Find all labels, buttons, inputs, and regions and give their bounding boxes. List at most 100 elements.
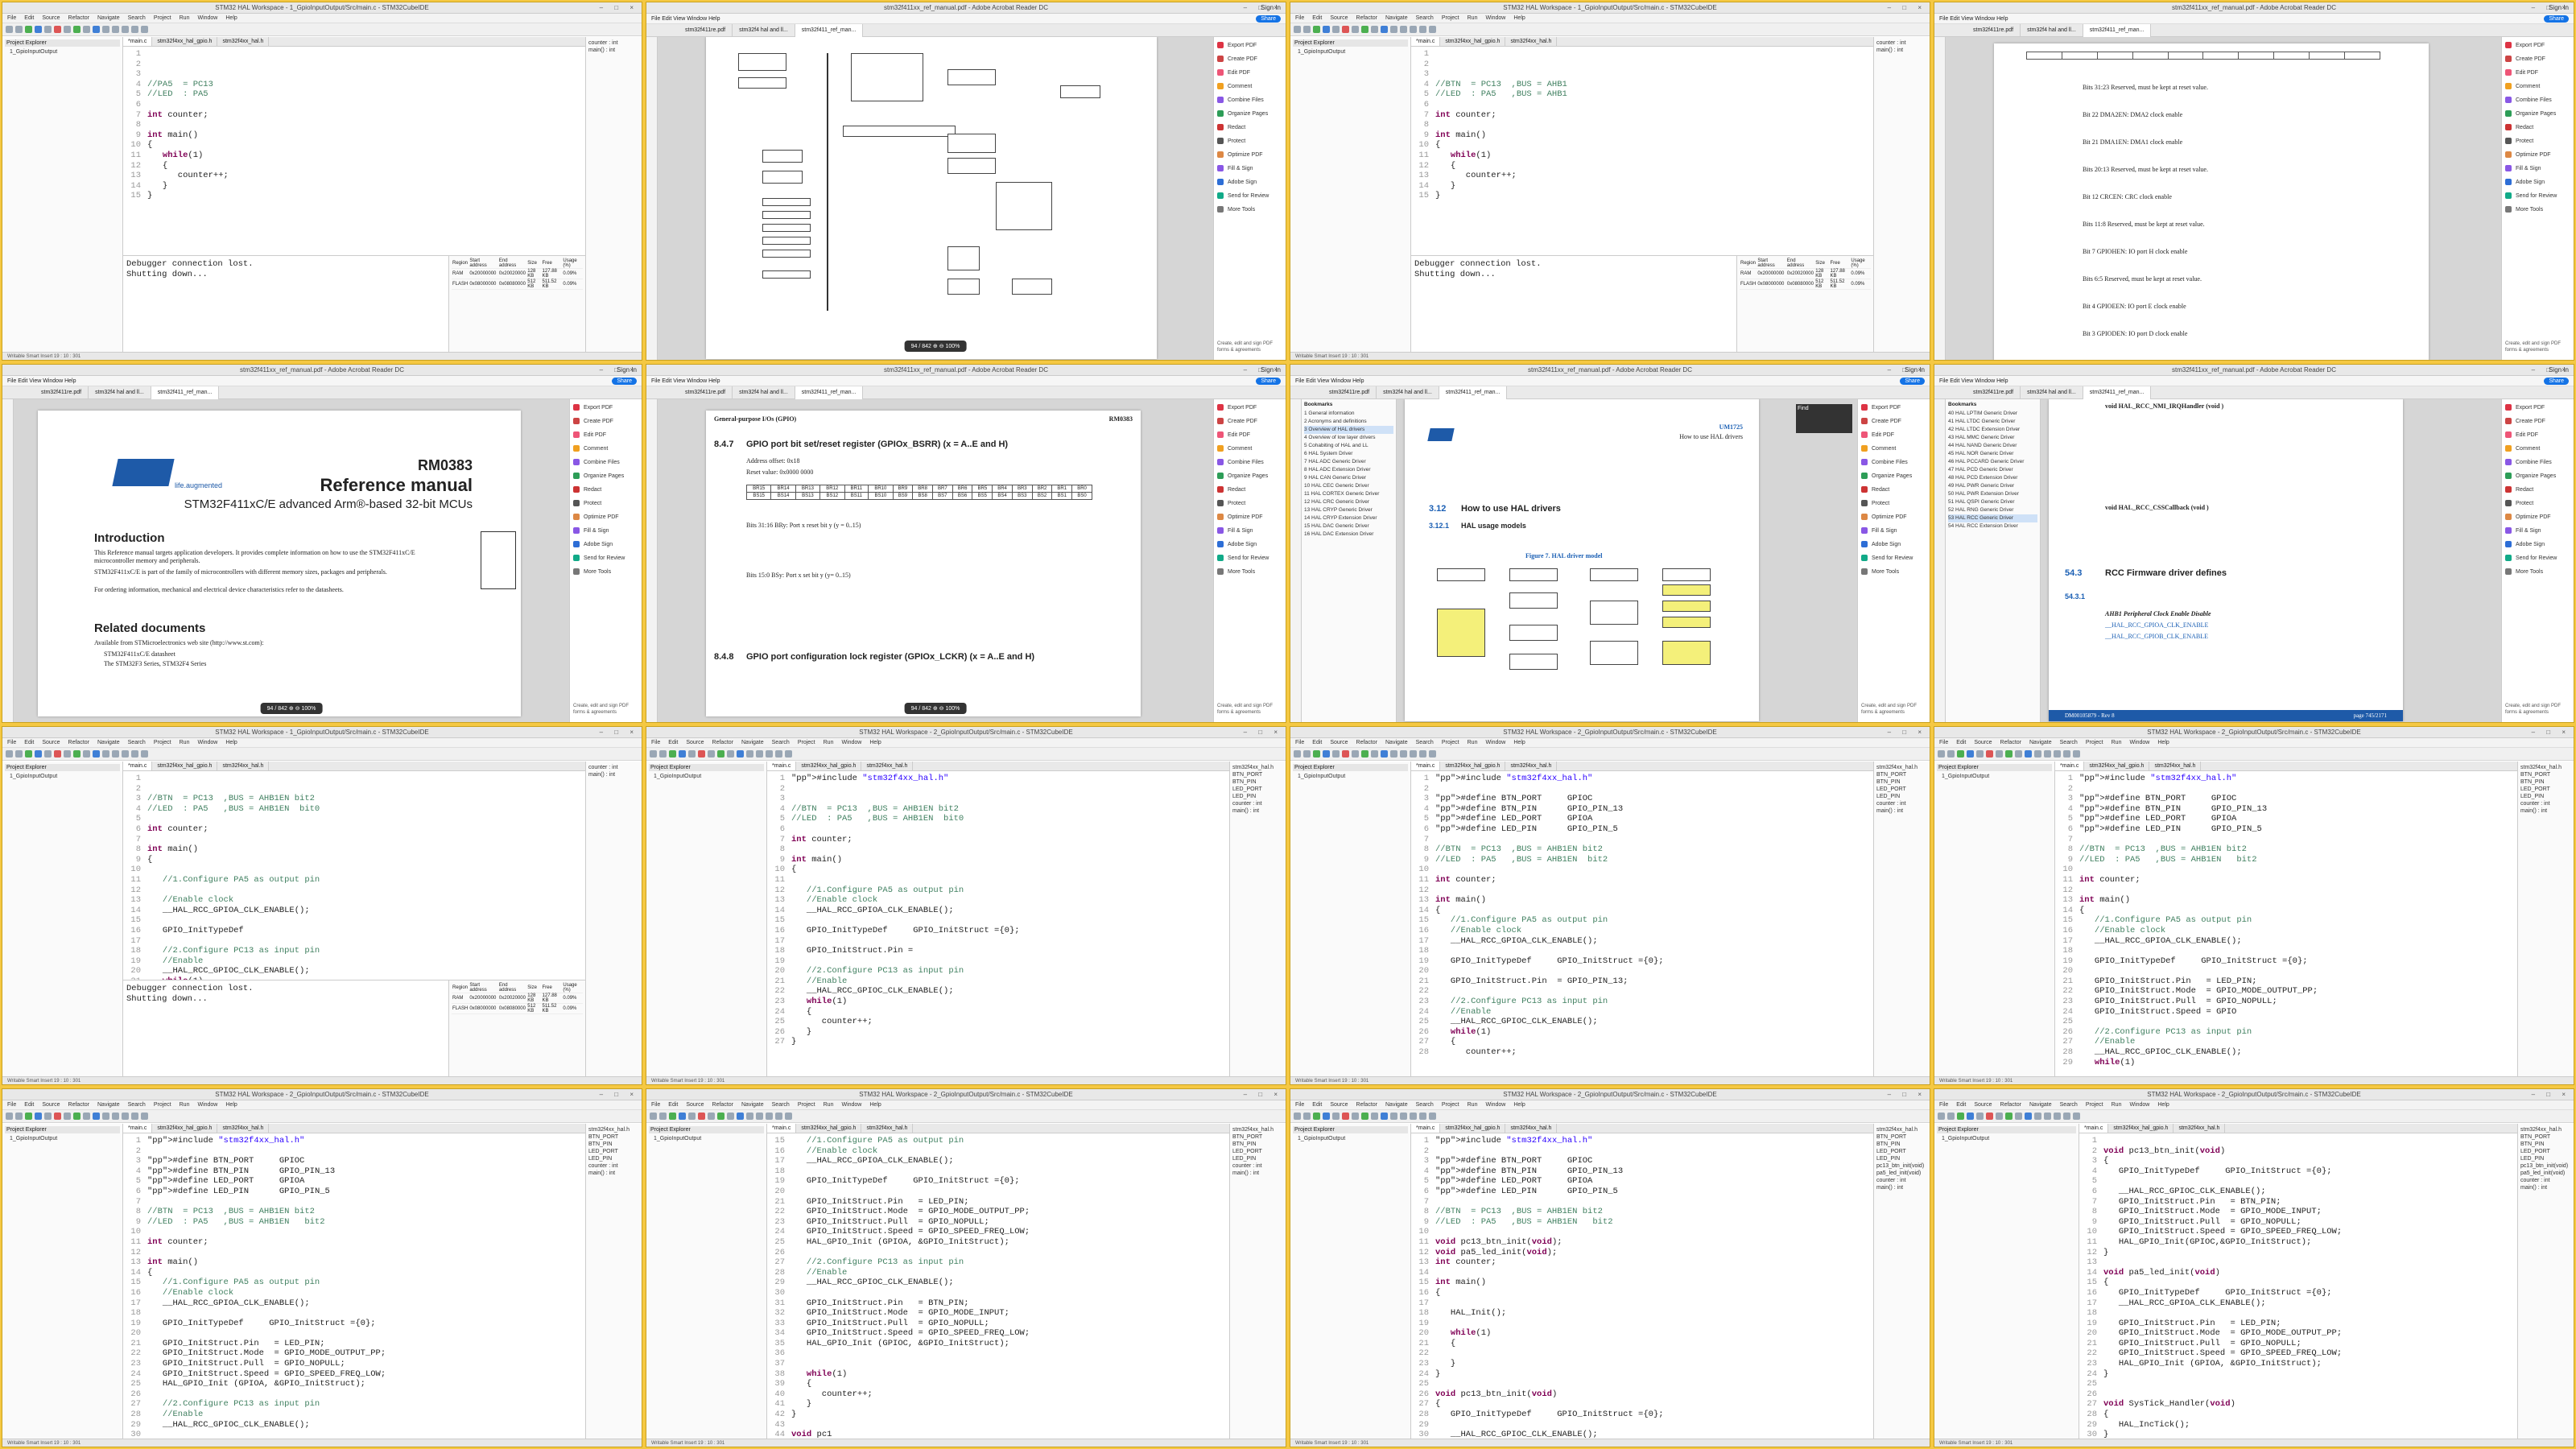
outline-item[interactable]: pc13_btn_init(void) — [2520, 1162, 2571, 1170]
menu-item-refactor[interactable]: Refactor — [1356, 740, 1377, 745]
toolbar-button-icon[interactable] — [1361, 1113, 1368, 1120]
toolbar-button-icon[interactable] — [1303, 1113, 1311, 1120]
toolbar-button-icon[interactable] — [698, 750, 705, 758]
sign-in-link[interactable]: Sign In — [1905, 366, 1925, 374]
bookmark-item[interactable]: 53 HAL RCC Generic Driver — [1948, 514, 2037, 522]
outline-item[interactable]: BTN_PORT — [1876, 771, 1927, 778]
toolbar-button-icon[interactable] — [669, 750, 676, 758]
menu-item-source[interactable]: Source — [1330, 740, 1348, 745]
menu-item-project[interactable]: Project — [2086, 1102, 2103, 1108]
document-tab[interactable]: stm32f411re.pdf — [1323, 386, 1377, 399]
menu-item-file[interactable]: File — [651, 740, 660, 745]
menu-item-navigate[interactable]: Navigate — [741, 740, 764, 745]
outline-item[interactable]: main() : int — [588, 771, 639, 778]
outline-item[interactable]: BTN_PORT — [1876, 1133, 1927, 1141]
bookmark-item[interactable]: 54 HAL RCC Extension Driver — [1948, 522, 2037, 530]
editor-tab[interactable]: *main.c — [123, 37, 153, 46]
toolbar-button-icon[interactable] — [756, 1113, 763, 1120]
menu-item-window[interactable]: Window — [1485, 1102, 1505, 1108]
document-tab[interactable]: stm32f411re.pdf — [1967, 24, 2021, 37]
menu-item-window[interactable]: Window — [1485, 740, 1505, 745]
bookmark-item[interactable]: 41 HAL LTDC Generic Driver — [1948, 418, 2037, 426]
menu-item-help[interactable]: Help — [225, 740, 237, 745]
editor-tab[interactable]: *main.c — [123, 1124, 153, 1133]
outline-item[interactable]: main() : int — [2520, 807, 2571, 815]
outline-item[interactable]: main() : int — [588, 47, 639, 54]
menu-item-project[interactable]: Project — [154, 15, 171, 21]
toolbar-button-icon[interactable] — [1419, 750, 1426, 758]
toolbar-button-icon[interactable] — [73, 750, 80, 758]
code-editor[interactable]: 1 2 3 4//PA5 = PC13 5//LED : PA5 6 7 int counte… — [123, 47, 585, 255]
toolbar-button-icon[interactable] — [35, 750, 42, 758]
editor-tab[interactable]: stm32f4xx_hal.h — [217, 762, 270, 770]
bookmark-item[interactable]: 47 HAL PCD Generic Driver — [1948, 466, 2037, 474]
editor-tab[interactable]: *main.c — [1411, 1124, 1441, 1133]
document-tab[interactable]: stm32f411re.pdf — [679, 24, 733, 37]
project-node[interactable]: 1_GpioInputOutput — [1293, 1135, 1408, 1142]
toolbar-button-icon[interactable] — [1410, 750, 1417, 758]
editor-tab[interactable]: stm32f4xx_hal_gpio.h — [2084, 762, 2150, 770]
toolbar-button-icon[interactable] — [1967, 1113, 1974, 1120]
menu-item-search[interactable]: Search — [128, 15, 146, 21]
outline-item[interactable]: stm32f4xx_hal.h — [1232, 764, 1283, 771]
toolbar-button-icon[interactable] — [25, 750, 32, 758]
share-button[interactable]: Share — [1256, 15, 1281, 23]
outline-item[interactable]: main() : int — [1876, 47, 1927, 54]
editor-tab[interactable]: stm32f4xx_hal.h — [861, 1124, 914, 1133]
toolbar-button-icon[interactable] — [1352, 26, 1359, 33]
outline-item[interactable]: stm32f4xx_hal.h — [1876, 764, 1927, 771]
editor-tab[interactable]: stm32f4xx_hal_gpio.h — [796, 762, 862, 770]
tool-send-for-review[interactable]: Send for Review — [1861, 555, 1926, 561]
menu-item-navigate[interactable]: Navigate — [1385, 15, 1408, 21]
tool-fill-sign[interactable]: Fill & Sign — [1861, 527, 1926, 534]
menu-item-file[interactable]: File — [1295, 15, 1304, 21]
bookmark-item[interactable]: 5 Cohabiting of HAL and LL — [1304, 442, 1393, 450]
menu-item-edit[interactable]: Edit — [24, 740, 34, 745]
toolbar-button-icon[interactable] — [1313, 1113, 1320, 1120]
menu-item-run[interactable]: Run — [1468, 740, 1478, 745]
menu-item-refactor[interactable]: Refactor — [712, 740, 733, 745]
toolbar-button-icon[interactable] — [102, 750, 109, 758]
tool-organize-pages[interactable]: Organize Pages — [2505, 473, 2570, 479]
toolbar-button-icon[interactable] — [1938, 750, 1945, 758]
code-editor[interactable]: 1 2 3//BTN = PC13 ,BUS = AHB1EN bit2 4//LED… — [123, 771, 585, 980]
menu-item-search[interactable]: Search — [2060, 740, 2078, 745]
document-tab[interactable]: stm32f411_ref_man... — [2083, 24, 2152, 37]
editor-tab[interactable]: stm32f4xx_hal_gpio.h — [2108, 1124, 2174, 1133]
toolbar-button-icon[interactable] — [1967, 750, 1974, 758]
outline-item[interactable]: LED_PORT — [1876, 1148, 1927, 1155]
share-button[interactable]: Share — [1900, 378, 1925, 385]
menu-item-navigate[interactable]: Navigate — [1385, 740, 1408, 745]
toolbar-button-icon[interactable] — [1303, 26, 1311, 33]
toolbar-button-icon[interactable] — [1947, 1113, 1955, 1120]
tool-send-for-review[interactable]: Send for Review — [1217, 555, 1282, 561]
toolbar-button-icon[interactable] — [1342, 1113, 1349, 1120]
menu-item-help[interactable]: Help — [869, 740, 881, 745]
document-tab[interactable]: stm32f411_ref_man... — [795, 386, 864, 399]
menu-item-edit[interactable]: Edit — [24, 1102, 34, 1108]
toolbar-button-icon[interactable] — [1957, 750, 1964, 758]
code-editor[interactable]: 1 2 3 4//BTN = PC13 ,BUS = AHB1 5//LED : PA5… — [1411, 47, 1873, 255]
outline-item[interactable]: stm32f4xx_hal.h — [588, 1126, 639, 1133]
code-editor[interactable]: 1 "pp">#include "stm32f4xx_hal.h" 2 3 "pp">#… — [123, 1133, 585, 1439]
outline-item[interactable]: BTN_PORT — [2520, 1133, 2571, 1141]
toolbar-button-icon[interactable] — [1371, 750, 1378, 758]
tool-fill-sign[interactable]: Fill & Sign — [1217, 527, 1282, 534]
toolbar-button-icon[interactable] — [15, 26, 23, 33]
tool-fill-sign[interactable]: Fill & Sign — [2505, 165, 2570, 171]
toolbar-button-icon[interactable] — [83, 26, 90, 33]
outline-item[interactable]: BTN_PIN — [1876, 1141, 1927, 1148]
menu-item-refactor[interactable]: Refactor — [68, 1102, 89, 1108]
tool-redact[interactable]: Redact — [2505, 486, 2570, 493]
tool-export-pdf[interactable]: Export PDF — [573, 404, 638, 411]
code-editor[interactable]: 1 "pp">#include "stm32f4xx_hal.h" 2 3 "pp">#… — [1411, 1133, 1873, 1439]
toolbar-button-icon[interactable] — [64, 750, 71, 758]
tool-edit-pdf[interactable]: Edit PDF — [1217, 431, 1282, 438]
menu-item-source[interactable]: Source — [42, 740, 60, 745]
toolbar-button-icon[interactable] — [1390, 26, 1397, 33]
bookmark-item[interactable]: 42 HAL LTDC Extension Driver — [1948, 426, 2037, 434]
find-box[interactable]: Find — [1796, 404, 1852, 433]
outline-item[interactable]: pa5_led_init(void) — [2520, 1170, 2571, 1177]
toolbar-button-icon[interactable] — [1429, 1113, 1436, 1120]
toolbar-button-icon[interactable] — [83, 750, 90, 758]
